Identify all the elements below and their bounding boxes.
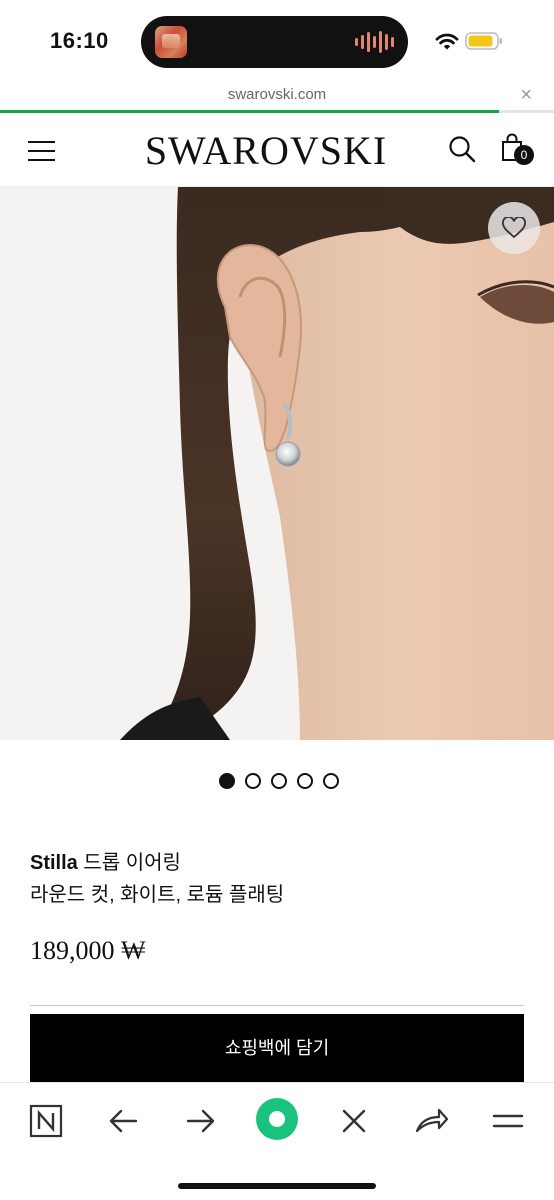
audio-waveform-icon bbox=[355, 31, 394, 53]
green-home-icon[interactable] bbox=[255, 1097, 299, 1141]
close-icon[interactable] bbox=[334, 1101, 374, 1141]
menu-icon[interactable] bbox=[28, 141, 55, 161]
cart-count-badge: 0 bbox=[514, 145, 534, 165]
image-carousel-indicators bbox=[219, 773, 339, 789]
url-text[interactable]: swarovski.com bbox=[0, 86, 554, 103]
wifi-icon bbox=[435, 33, 459, 50]
shopping-bag-button[interactable]: 0 bbox=[500, 133, 536, 167]
forward-arrow-icon[interactable] bbox=[180, 1101, 220, 1141]
product-image[interactable] bbox=[0, 187, 554, 740]
product-name: Stilla 드롭 이어링 bbox=[30, 846, 181, 875]
carousel-dot[interactable] bbox=[219, 773, 235, 789]
brand-logo[interactable]: SWAROVSKI bbox=[134, 127, 398, 174]
url-bar[interactable]: swarovski.com × bbox=[0, 80, 554, 112]
status-bar: 16:10 bbox=[0, 0, 554, 80]
site-header: SWAROVSKI 0 bbox=[0, 113, 554, 187]
naver-n-icon[interactable] bbox=[26, 1101, 66, 1141]
divider bbox=[30, 1005, 524, 1006]
search-icon[interactable] bbox=[448, 135, 476, 163]
product-collection: Stilla bbox=[30, 852, 78, 874]
heart-icon bbox=[502, 217, 526, 239]
battery-icon bbox=[465, 32, 502, 50]
wishlist-button[interactable] bbox=[488, 202, 540, 254]
carousel-dot[interactable] bbox=[245, 773, 261, 789]
dynamic-island[interactable] bbox=[141, 16, 408, 68]
browser-toolbar bbox=[0, 1082, 554, 1200]
add-to-bag-button[interactable]: 쇼핑백에 담기 bbox=[30, 1014, 524, 1082]
share-icon[interactable] bbox=[411, 1101, 451, 1141]
close-url-bar-icon[interactable]: × bbox=[520, 84, 532, 107]
carousel-dot[interactable] bbox=[323, 773, 339, 789]
product-variant: 라운드 컷, 화이트, 로듐 플래팅 bbox=[30, 884, 285, 906]
home-indicator bbox=[178, 1183, 376, 1189]
now-playing-artwork bbox=[155, 26, 187, 58]
product-price: 189,000 ₩ bbox=[30, 936, 146, 965]
product-type: 드롭 이어링 bbox=[77, 852, 181, 874]
carousel-dot[interactable] bbox=[271, 773, 287, 789]
status-time: 16:10 bbox=[50, 28, 109, 53]
back-arrow-icon[interactable] bbox=[104, 1101, 144, 1141]
more-menu-icon[interactable] bbox=[488, 1101, 528, 1141]
carousel-dot[interactable] bbox=[297, 773, 313, 789]
